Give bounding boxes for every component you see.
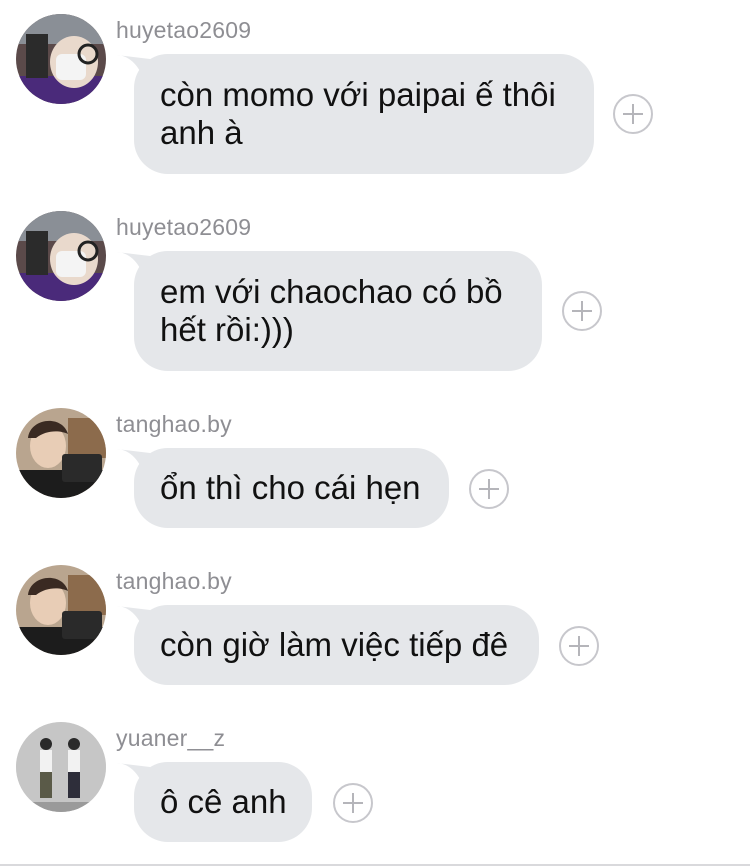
bubble-tail: [116, 606, 150, 634]
avatar-image-icon: [16, 211, 106, 301]
bubble-tail: [116, 449, 150, 477]
message-bubble[interactable]: còn momo với paipai ế thôi anh à: [116, 54, 594, 174]
username[interactable]: tanghao.by: [116, 567, 232, 595]
message-text: em với chaochao có bồ hết rồi:))): [160, 273, 503, 348]
username[interactable]: tanghao.by: [116, 410, 232, 438]
message-bubble[interactable]: em với chaochao có bồ hết rồi:))): [116, 251, 542, 371]
avatar-image-icon: [16, 565, 106, 655]
message-text: ổn thì cho cái hẹn: [160, 469, 421, 506]
add-reaction-icon[interactable]: [559, 626, 599, 666]
add-reaction-icon[interactable]: [613, 94, 653, 134]
user-avatar[interactable]: [16, 14, 106, 104]
add-reaction-icon[interactable]: [333, 783, 373, 823]
avatar-image-icon: [16, 14, 106, 104]
message-text: còn giờ làm việc tiếp đê: [160, 626, 509, 663]
avatar-image-icon: [16, 408, 106, 498]
user-avatar[interactable]: [16, 211, 106, 301]
message-bubble[interactable]: ô cê anh: [116, 762, 312, 842]
add-reaction-icon[interactable]: [469, 469, 509, 509]
user-avatar[interactable]: [16, 722, 106, 812]
bubble-tail: [116, 763, 150, 791]
user-avatar[interactable]: [16, 565, 106, 655]
bubble-tail: [116, 252, 150, 280]
message-text: còn momo với paipai ế thôi anh à: [160, 76, 556, 151]
avatar-image-icon: [16, 722, 106, 812]
message-bubble[interactable]: ổn thì cho cái hẹn: [116, 448, 449, 528]
username[interactable]: yuaner__z: [116, 724, 225, 752]
add-reaction-icon[interactable]: [562, 291, 602, 331]
bubble-tail: [116, 55, 150, 83]
message-bubble[interactable]: còn giờ làm việc tiếp đê: [116, 605, 539, 685]
username[interactable]: huyetao2609: [116, 213, 251, 241]
username[interactable]: huyetao2609: [116, 16, 251, 44]
user-avatar[interactable]: [16, 408, 106, 498]
chat-thread: huyetao2609 còn momo với paipai ế thôi a…: [0, 0, 750, 866]
message-text: ô cê anh: [160, 783, 287, 820]
